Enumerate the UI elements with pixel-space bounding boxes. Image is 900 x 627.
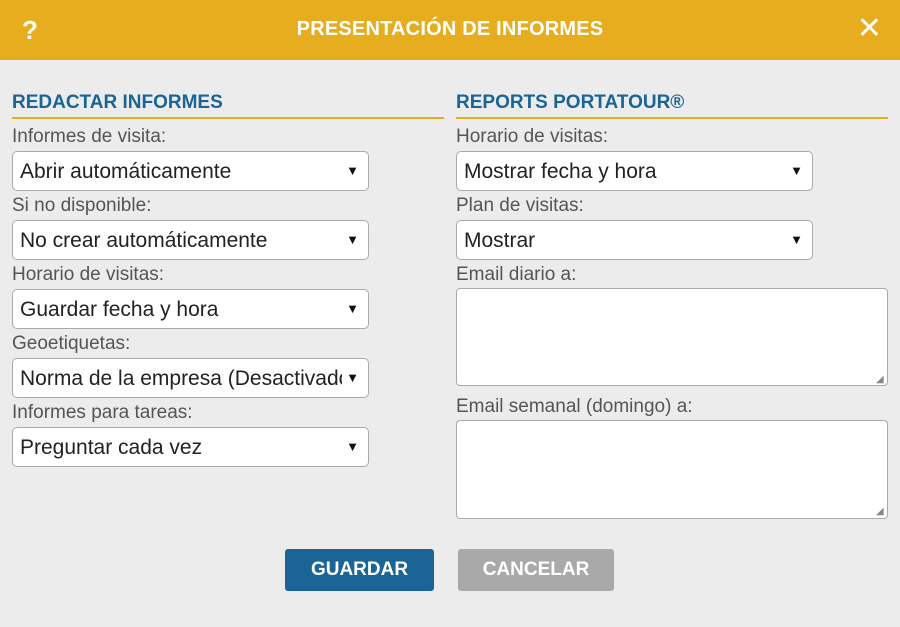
select-value: Preguntar cada vez <box>20 436 203 459</box>
select-value: Mostrar <box>464 229 536 252</box>
select-geoetiquetas[interactable]: Norma de la empresa (Desactivado) ▼ <box>12 358 369 398</box>
label-informes-de-visita: Informes de visita: <box>12 126 167 147</box>
select-horario-de-visitas-right[interactable]: Mostrar fecha y hora ▼ <box>456 151 813 191</box>
chevron-down-icon: ▼ <box>790 232 803 247</box>
label-si-no-disponible: Si no disponible: <box>12 195 152 216</box>
label-plan-de-visitas: Plan de visitas: <box>456 195 584 216</box>
chevron-down-icon: ▼ <box>346 439 359 454</box>
select-value: Norma de la empresa (Desactivado) <box>20 367 342 390</box>
save-button[interactable]: GUARDAR <box>285 549 434 591</box>
label-geoetiquetas: Geoetiquetas: <box>12 333 131 354</box>
resize-grip-icon[interactable]: ◢ <box>876 375 884 385</box>
select-value: Mostrar fecha y hora <box>464 160 657 183</box>
chevron-down-icon: ▼ <box>790 163 803 178</box>
select-horario-de-visitas-left[interactable]: Guardar fecha y hora ▼ <box>12 289 369 329</box>
chevron-down-icon: ▼ <box>346 163 359 178</box>
section-title-reports-portatour: REPORTS PORTATOUR® <box>456 91 888 119</box>
email-diario-field[interactable] <box>456 288 888 386</box>
select-value: Abrir automáticamente <box>20 160 232 183</box>
label-email-semanal: Email semanal (domingo) a: <box>456 396 693 417</box>
section-title-redactar: REDACTAR INFORMES <box>12 91 444 119</box>
email-semanal-field[interactable] <box>456 420 888 519</box>
select-informes-de-visita[interactable]: Abrir automáticamente ▼ <box>12 151 369 191</box>
label-email-diario: Email diario a: <box>456 264 577 285</box>
label-horario-de-visitas-right: Horario de visitas: <box>456 126 609 147</box>
select-plan-de-visitas[interactable]: Mostrar ▼ <box>456 220 813 260</box>
chevron-down-icon: ▼ <box>346 301 359 316</box>
select-value: No crear automáticamente <box>20 229 268 252</box>
close-icon[interactable]: ✕ <box>857 13 882 45</box>
resize-grip-icon[interactable]: ◢ <box>876 507 884 517</box>
dialog-header: ? PRESENTACIÓN DE INFORMES ✕ <box>0 0 900 60</box>
label-horario-de-visitas-left: Horario de visitas: <box>12 264 165 285</box>
chevron-down-icon: ▼ <box>346 232 359 247</box>
cancel-button[interactable]: CANCELAR <box>458 549 614 591</box>
dialog-title: PRESENTACIÓN DE INFORMES <box>296 18 604 40</box>
select-informes-para-tareas[interactable]: Preguntar cada vez ▼ <box>12 427 369 467</box>
chevron-down-icon: ▼ <box>346 370 359 385</box>
label-informes-para-tareas: Informes para tareas: <box>12 402 193 423</box>
select-value: Guardar fecha y hora <box>20 298 219 321</box>
select-si-no-disponible[interactable]: No crear automáticamente ▼ <box>12 220 369 260</box>
